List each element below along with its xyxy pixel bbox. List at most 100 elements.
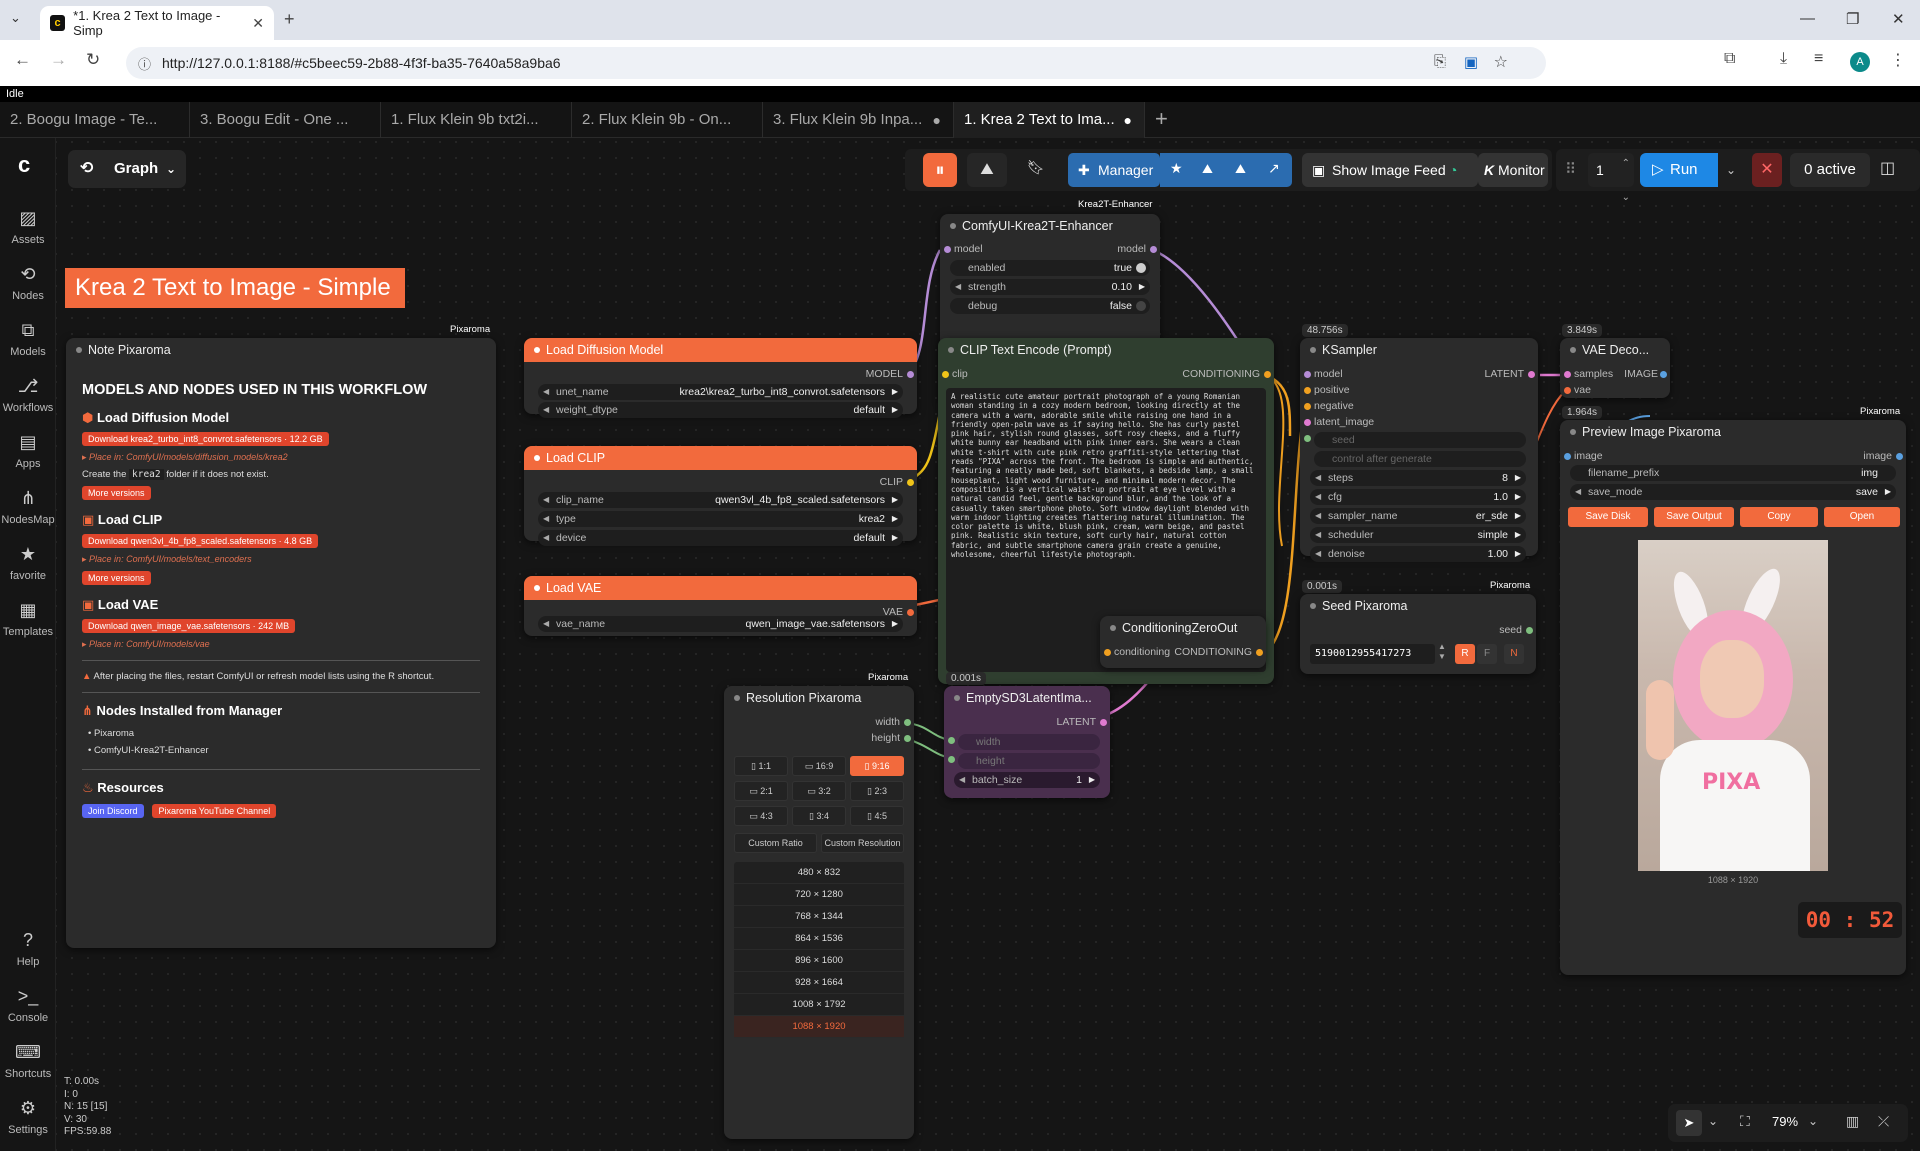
save-disk-button[interactable]: Save Disk [1568,507,1648,527]
chevron-down-icon[interactable]: ⌄ [1708,1114,1718,1128]
seed-input-port[interactable] [1304,435,1311,442]
seed-widget[interactable]: seed [1314,432,1526,448]
output-port[interactable] [1528,371,1535,378]
height-input-port[interactable] [948,756,955,763]
chevron-down-icon[interactable]: ⌄ [1808,1114,1818,1128]
seed-value-input[interactable]: 5190012955417273 [1310,644,1435,664]
extensions-icon[interactable]: ⧉ [1724,50,1735,68]
browser-menu-icon[interactable]: ⋮ [1890,50,1906,70]
ratio-button[interactable]: ▯ 2:3 [850,781,904,801]
ratio-button[interactable]: ▭ 2:1 [734,781,788,801]
bookmark-star-icon[interactable]: ☆ [1494,52,1508,72]
input-port[interactable] [1304,419,1311,426]
preview-image[interactable]: PIXA [1638,540,1828,871]
input-port[interactable] [942,371,949,378]
batch-size-widget[interactable]: batch_size 1 [954,772,1100,788]
input-port[interactable] [944,246,951,253]
copy-button[interactable]: Copy [1740,507,1818,527]
width-widget[interactable]: width [958,734,1100,750]
minimize-icon[interactable]: — [1800,10,1815,27]
output-port[interactable] [1526,627,1533,634]
ratio-button[interactable]: ▭ 4:3 [734,806,788,826]
custom-ratio-button[interactable]: Custom Ratio [734,833,817,853]
downloads-icon[interactable]: ⤓ [1780,50,1787,68]
download-link[interactable]: Download krea2_turbo_int8_convrot.safete… [82,432,329,446]
control-after-generate-widget[interactable]: control after generate [1314,451,1526,467]
new-seed-button[interactable]: N [1504,644,1524,664]
weight-dtype-widget[interactable]: weight_dtype default [538,402,903,418]
ratio-button[interactable]: ▯ 1:1 [734,756,788,776]
seed-node[interactable]: Seed Pixaroma seed 5190012955417273 ▲ ▼ R… [1300,594,1536,674]
unet-name-widget[interactable]: unet_name krea2\krea2_turbo_int8_convrot.… [538,384,903,400]
site-info-icon[interactable]: ⓘ [138,54,151,73]
address-bar[interactable]: ⓘ http://127.0.0.1:8188/#c5beec59-2b88-4… [126,47,1546,79]
resolution-node[interactable]: Resolution Pixaroma width height ▯ 1:1 ▭… [724,686,914,1139]
ratio-button[interactable]: ▯ 4:5 [850,806,904,826]
ratio-button[interactable]: ▭ 16:9 [792,756,846,776]
conditioning-zero-out-node[interactable]: ConditioningZeroOut conditioning CONDITI… [1100,616,1266,668]
browser-tab[interactable]: c *1. Krea 2 Text to Image - Simp ✕ [40,6,274,40]
input-port[interactable] [1304,371,1311,378]
profile-avatar[interactable]: A [1850,52,1870,72]
empty-latent-node[interactable]: EmptySD3LatentIma... LATENT width height… [944,686,1110,798]
tab-search-icon[interactable]: ⌄ [10,10,21,26]
fixed-seed-button[interactable]: F [1477,644,1497,664]
height-widget[interactable]: height [958,753,1100,769]
random-seed-button[interactable]: R [1455,644,1475,664]
input-port[interactable] [1564,453,1571,460]
output-port[interactable] [907,371,914,378]
ratio-button[interactable]: ▭ 3:2 [792,781,846,801]
resolution-option[interactable]: 928 × 1664 [734,972,904,994]
forward-icon[interactable]: → [50,50,67,70]
close-window-icon[interactable]: ✕ [1892,10,1905,28]
vae-decode-node[interactable]: VAE Deco... samples vae IMAGE [1560,338,1670,398]
input-port[interactable] [1104,649,1111,656]
load-vae-node[interactable]: Load VAE VAE vae_nameqwen_image_vae.safe… [524,576,917,636]
output-port[interactable] [904,735,911,742]
download-link[interactable]: Download qwen3vl_4b_fp8_scaled.safetenso… [82,534,319,548]
width-input-port[interactable] [948,737,955,744]
denoise-widget[interactable]: denoise 1.00 [1310,546,1526,562]
cfg-widget[interactable]: cfg 1.0 [1310,489,1526,505]
ratio-button[interactable]: ▯ 3:4 [792,806,846,826]
strength-widget[interactable]: strength 0.10 [950,279,1150,295]
reading-list-icon[interactable]: ≡ [1814,50,1823,68]
restore-icon[interactable]: ❐ [1846,10,1859,28]
save-output-button[interactable]: Save Output [1654,507,1734,527]
close-tab-icon[interactable]: ✕ [252,15,264,32]
note-node[interactable]: Note Pixaroma MODELS AND NODES USED IN T… [66,338,496,948]
resolution-option[interactable]: 1008 × 1792 [734,994,904,1016]
cast-icon[interactable]: ▣ [1464,53,1478,71]
sampler-widget[interactable]: sampler_name er_sde [1310,508,1526,524]
debug-toggle[interactable]: debug false [950,298,1150,314]
steps-widget[interactable]: steps 8 [1310,470,1526,486]
resolution-option[interactable]: 864 × 1536 [734,928,904,950]
ksampler-node[interactable]: KSampler model positive negative latent_… [1300,338,1538,556]
output-port[interactable] [1264,371,1271,378]
input-port[interactable] [1304,403,1311,410]
seed-stepper-icon[interactable]: ▲ ▼ [1438,642,1446,662]
input-port[interactable] [1304,387,1311,394]
output-port[interactable] [904,719,911,726]
minimap-icon[interactable]: ▥ [1846,1113,1859,1130]
output-port[interactable] [1256,649,1263,656]
scheduler-widget[interactable]: scheduler simple [1310,527,1526,543]
clip-name-widget[interactable]: clip_name qwen3vl_4b_fp8_scaled.safetenso… [538,492,903,508]
more-versions-button[interactable]: More versions [82,571,151,585]
download-link[interactable]: Download qwen_image_vae.safetensors · 24… [82,619,296,633]
resolution-option[interactable]: 720 × 1280 [734,884,904,906]
hide-links-icon[interactable]: ⤫ [1878,1113,1889,1130]
filename-prefix-widget[interactable]: filename_prefix img [1570,465,1896,481]
open-button[interactable]: Open [1824,507,1900,527]
vae-name-widget[interactable]: vae_name qwen_image_vae.safetensors [538,616,903,632]
ratio-button-selected[interactable]: ▯ 9:16 [850,756,904,776]
output-port[interactable] [1896,453,1903,460]
reload-icon[interactable]: ↻ [86,50,100,70]
preview-image-node[interactable]: Preview Image Pixaroma image image filen… [1560,420,1906,975]
new-tab-icon[interactable]: + [284,9,295,30]
type-widget[interactable]: type krea2 [538,511,903,527]
output-port[interactable] [907,479,914,486]
load-clip-node[interactable]: Load CLIP CLIP clip_name qwen3vl_4b_fp8_s… [524,446,917,541]
device-widget[interactable]: device default [538,530,903,546]
discord-link[interactable]: Join Discord [82,804,144,818]
